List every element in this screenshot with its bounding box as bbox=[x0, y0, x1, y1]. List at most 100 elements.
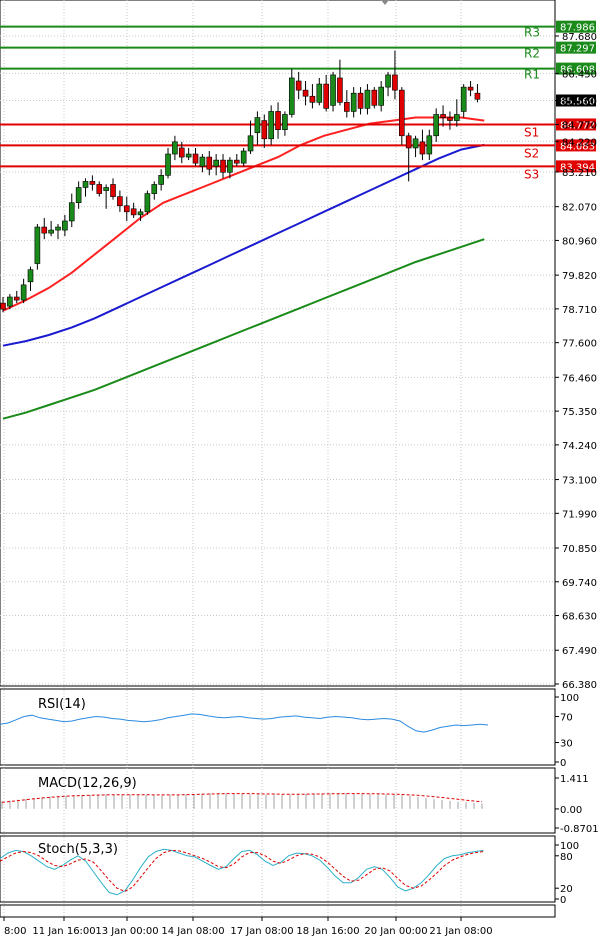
price-tick-label: 75.350 bbox=[562, 407, 597, 418]
candle-bear bbox=[261, 120, 268, 140]
ma-line-short bbox=[2, 116, 485, 312]
candle-bull bbox=[199, 156, 206, 167]
rsi-line bbox=[0, 713, 489, 733]
candle-bull bbox=[240, 150, 247, 164]
time-tick-label: 20 Jan 00:00 bbox=[364, 926, 427, 937]
candle-bear bbox=[110, 184, 116, 197]
candle-bear bbox=[467, 86, 474, 91]
candle-bull bbox=[62, 220, 68, 231]
candle-bear bbox=[123, 205, 130, 213]
price-tick-label: 86.450 bbox=[562, 69, 597, 80]
candle-bull bbox=[350, 92, 357, 112]
stoch-tick-label: 100 bbox=[560, 841, 579, 852]
rsi-tick-label: 100 bbox=[560, 693, 579, 704]
candle-bull bbox=[288, 77, 295, 115]
candle-bear bbox=[220, 159, 226, 173]
time-tick-label: 11 Jan 16:00 bbox=[32, 926, 95, 937]
candle-bull bbox=[378, 86, 384, 106]
ma-line-long bbox=[2, 238, 485, 420]
rsi-tick-label: 0 bbox=[560, 758, 566, 769]
candle-bull bbox=[48, 229, 54, 234]
candle-bear bbox=[474, 92, 481, 100]
macd-panel: MACD(12,26,9) 1.411 0.00 -0.8701 bbox=[1, 774, 599, 835]
macd-tick-label: -0.8701 bbox=[560, 824, 599, 835]
candle-bull bbox=[34, 226, 41, 264]
candle-bear bbox=[357, 92, 364, 109]
price-tick-label: 76.460 bbox=[562, 373, 597, 384]
price-tick-label: 67.490 bbox=[562, 646, 597, 657]
candle-bull bbox=[7, 296, 13, 307]
candle-bear bbox=[419, 141, 426, 155]
candle-bull bbox=[20, 284, 27, 301]
candle-bull bbox=[185, 153, 192, 158]
candle-bull bbox=[158, 175, 164, 185]
pivot-tag-r2: 87.297 bbox=[560, 44, 595, 55]
candle-bear bbox=[275, 111, 281, 130]
empty-panel-frame bbox=[0, 904, 556, 918]
ma-line-medium bbox=[2, 143, 485, 347]
price-tick-label: 83.210 bbox=[562, 168, 597, 179]
chart-canvas: R3 87.986R2 87.297R1 86.608S1 84.772S2 84.083… bbox=[0, 0, 599, 937]
candle-bull bbox=[27, 269, 34, 283]
candle-bear bbox=[96, 184, 103, 194]
candle-bear bbox=[371, 89, 378, 106]
candle-bear bbox=[302, 89, 309, 97]
price-tick-label: 79.820 bbox=[562, 271, 597, 282]
time-tick-label: 13 Jan 00:00 bbox=[95, 926, 158, 937]
candle-bull bbox=[151, 184, 158, 194]
price-tick-label: 84.770 bbox=[562, 121, 597, 132]
price-tick-label: 80.960 bbox=[562, 236, 597, 247]
time-tick-label: 18 Jan 16:00 bbox=[296, 926, 359, 937]
pivot-name-s3: S3 bbox=[524, 167, 539, 181]
candle-bull bbox=[364, 89, 371, 109]
price-tick-label: 66.380 bbox=[562, 680, 597, 691]
time-tick-label: 17 Jan 08:00 bbox=[230, 926, 293, 937]
candle-bull bbox=[426, 135, 433, 155]
candle-bear bbox=[89, 181, 96, 185]
price-tick-label: 77.600 bbox=[562, 339, 597, 350]
price-tick-label: 73.100 bbox=[562, 476, 597, 487]
candle-bull bbox=[385, 74, 391, 88]
macd-label: MACD(12,26,9) bbox=[38, 776, 137, 791]
time-tick-label: 21 Jan 08:00 bbox=[429, 926, 492, 937]
candle-bull bbox=[454, 114, 460, 121]
candle-bear bbox=[206, 156, 213, 170]
macd-tick-label: 1.411 bbox=[560, 774, 589, 785]
candle-bear bbox=[447, 117, 453, 121]
candle-bull bbox=[165, 153, 171, 176]
candle-bull bbox=[75, 187, 82, 204]
candle-bear bbox=[233, 159, 240, 164]
candle-bear bbox=[337, 77, 343, 103]
price-tick-label: 69.740 bbox=[562, 578, 597, 589]
price-axis: 87.680 86.450 85.560 84.770 84.220 83.210 82.0… bbox=[555, 32, 597, 691]
candle-bull bbox=[82, 181, 89, 188]
price-tick-label: 82.070 bbox=[562, 203, 597, 214]
candle-bear bbox=[392, 74, 398, 91]
candle-bear bbox=[323, 83, 329, 109]
candle-bull bbox=[172, 141, 178, 155]
candle-bull bbox=[316, 83, 323, 103]
candle-bear bbox=[343, 102, 350, 112]
stoch-tick-label: 20 bbox=[560, 884, 573, 895]
rsi-label: RSI(14) bbox=[38, 697, 86, 712]
scroll-marker-icon[interactable] bbox=[381, 0, 389, 5]
candle-bear bbox=[192, 153, 199, 164]
candle-bull bbox=[103, 187, 109, 191]
price-tick-label: 68.630 bbox=[562, 612, 597, 623]
stoch-tick-label: 0 bbox=[560, 895, 566, 906]
candle-bear bbox=[13, 296, 20, 301]
candle-bear bbox=[130, 208, 137, 216]
price-tick-label: 74.240 bbox=[562, 441, 597, 452]
candle-bull bbox=[144, 193, 151, 213]
candle-bull bbox=[254, 117, 261, 134]
candle-bull bbox=[268, 111, 274, 140]
rsi-panel: RSI(14) 100 70 30 0 bbox=[0, 693, 579, 769]
candle-bear bbox=[0, 302, 6, 310]
candle-bull bbox=[68, 202, 75, 222]
candle-bull bbox=[433, 114, 439, 137]
candle-bear bbox=[405, 135, 412, 149]
rsi-tick-label: 30 bbox=[560, 739, 573, 750]
candle-bull bbox=[247, 135, 254, 152]
macd-tick-label: 0.00 bbox=[560, 805, 582, 816]
candle-bear bbox=[399, 89, 405, 137]
